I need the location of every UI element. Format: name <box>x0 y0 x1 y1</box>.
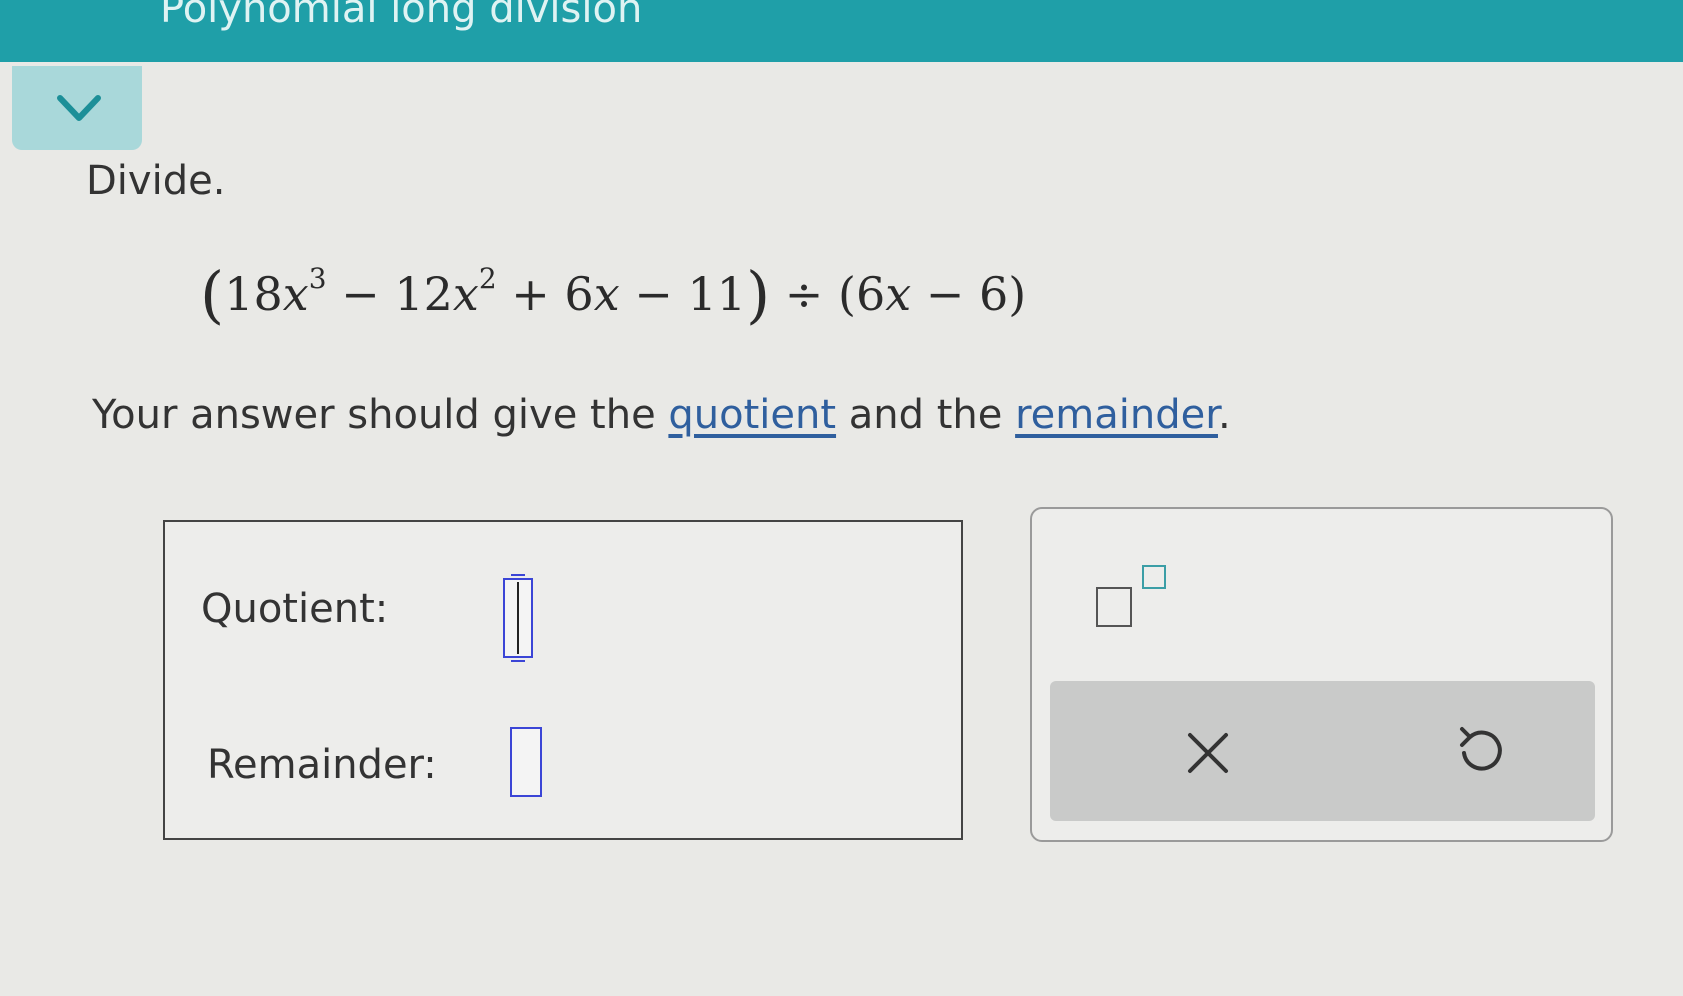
divisor-coefficient: 6 <box>855 267 886 321</box>
term-operator: + 6 <box>496 267 594 321</box>
quotient-label: Quotient: <box>201 586 389 632</box>
topbar-title: Polynomial long division <box>160 0 643 32</box>
superscript-button[interactable] <box>1092 559 1182 639</box>
top-bar: Polynomial long division <box>0 0 1683 62</box>
remainder-link[interactable]: remainder <box>1015 392 1218 438</box>
chevron-down-icon <box>57 95 101 121</box>
divisor-constant: − 6 <box>911 267 1009 321</box>
divisor-close-paren: ) <box>1008 267 1027 321</box>
undo-button[interactable] <box>1440 713 1520 793</box>
math-toolbox <box>1030 507 1613 842</box>
open-paren: ( <box>200 258 225 331</box>
undo-icon <box>1460 727 1502 771</box>
term-exponent: 3 <box>308 261 327 295</box>
instruction-text: Divide. <box>86 158 226 204</box>
prompt-after: . <box>1217 392 1231 438</box>
term-operator: − 11 <box>619 267 746 321</box>
term-operator: − 12 <box>326 267 453 321</box>
term-coefficient: 18 <box>224 267 283 321</box>
term-variable: x <box>593 267 620 321</box>
divisor-variable: x <box>885 267 912 321</box>
clear-button[interactable] <box>1168 713 1248 793</box>
quotient-input[interactable] <box>503 574 533 662</box>
answer-box: Quotient: Remainder: <box>163 520 963 840</box>
quotient-link[interactable]: quotient <box>668 392 836 438</box>
divisor-open-paren: ( <box>837 267 856 321</box>
prompt-before: Your answer should give the <box>92 392 669 438</box>
term-variable: x <box>452 267 479 321</box>
term-variable: x <box>282 267 309 321</box>
prompt-middle: and the <box>836 392 1016 438</box>
superscript-exponent-box <box>1142 565 1166 589</box>
remainder-label: Remainder: <box>207 742 437 788</box>
remainder-input[interactable] <box>510 727 542 797</box>
close-paren: ) <box>745 258 771 331</box>
collapse-toggle[interactable] <box>12 66 142 150</box>
toolbox-action-bar <box>1050 681 1595 821</box>
x-icon <box>1188 733 1228 773</box>
divide-sign: ÷ <box>770 267 838 321</box>
text-cursor <box>517 582 519 654</box>
term-exponent: 2 <box>478 261 497 295</box>
superscript-base-box <box>1096 587 1132 627</box>
prompt-text: Your answer should give the quotient and… <box>92 392 1231 438</box>
division-expression: (18x3 − 12x2 + 6x − 11) ÷ (6x − 6) <box>200 258 1026 331</box>
